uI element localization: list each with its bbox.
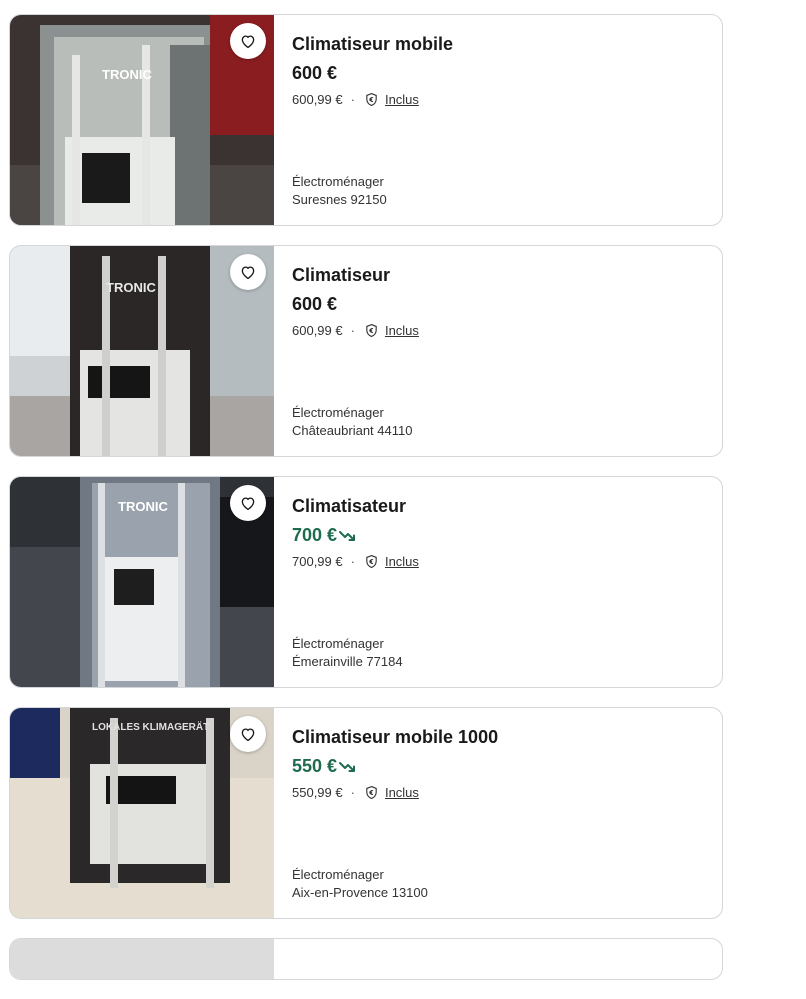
buyer-protection-link[interactable]: Inclus: [385, 323, 419, 338]
total-price: 600,99 €: [292, 92, 343, 107]
price-with-protection: 600,99 € · Inclus: [292, 323, 419, 338]
favorite-button[interactable]: [230, 485, 266, 521]
heart-outline-icon: [241, 728, 255, 742]
separator-dot: ·: [350, 785, 355, 800]
listing-category: Électroménager: [292, 174, 384, 189]
svg-text:TRONIC: TRONIC: [118, 499, 168, 514]
favorite-button[interactable]: [230, 716, 266, 752]
listing-price: 550 €: [292, 756, 357, 777]
listing-title[interactable]: Climatiseur mobile 1000: [292, 727, 498, 748]
listing-category: Électroménager: [292, 636, 384, 651]
listing-details: Climatiseur mobile 600 € 600,99 € · Incl…: [274, 15, 722, 225]
listing-card[interactable]: TRONIC Climatiseur 600 € 600,99 € · Incl…: [9, 245, 723, 457]
listing-details: [274, 939, 722, 979]
shield-euro-icon: [366, 554, 377, 569]
separator-dot: ·: [350, 92, 355, 107]
price-with-protection: 700,99 € · Inclus: [292, 554, 419, 569]
listing-card[interactable]: TRONIC Climatiseur mobile 600 € 600,99 €…: [9, 14, 723, 226]
listing-card[interactable]: LOKALES KLIMAGERÄT Climatiseur mobile 10…: [9, 707, 723, 919]
favorite-button[interactable]: [230, 23, 266, 59]
price-value: 600 €: [292, 294, 338, 314]
listing-card[interactable]: TRONIC Climatisateur 700 € 700,99 € · In…: [9, 476, 723, 688]
listing-photo[interactable]: TRONIC: [10, 246, 274, 456]
listing-category: Électroménager: [292, 405, 384, 420]
total-price: 700,99 €: [292, 554, 343, 569]
listing-list: TRONIC Climatiseur mobile 600 € 600,99 €…: [9, 14, 723, 999]
heart-outline-icon: [241, 35, 255, 49]
trending-down-icon: [339, 761, 356, 772]
listing-card[interactable]: [9, 938, 723, 980]
shield-euro-icon: [366, 323, 377, 338]
listing-price: 600 €: [292, 63, 337, 84]
listing-title[interactable]: Climatisateur: [292, 496, 406, 517]
listing-title[interactable]: Climatiseur: [292, 265, 390, 286]
svg-text:TRONIC: TRONIC: [102, 67, 152, 82]
listing-photo[interactable]: TRONIC: [10, 15, 274, 225]
listing-details: Climatisateur 700 € 700,99 € · Inclus Él…: [274, 477, 722, 687]
trending-down-icon: [339, 530, 356, 541]
listing-location: Aix-en-Provence 13100: [292, 885, 428, 900]
buyer-protection-link[interactable]: Inclus: [385, 785, 419, 800]
svg-text:TRONIC: TRONIC: [106, 280, 156, 295]
price-value: 600 €: [292, 63, 338, 83]
total-price: 600,99 €: [292, 323, 343, 338]
listing-category: Électroménager: [292, 867, 384, 882]
listing-photo[interactable]: TRONIC: [10, 477, 274, 687]
listing-photo[interactable]: LOKALES KLIMAGERÄT: [10, 708, 274, 918]
buyer-protection-link[interactable]: Inclus: [385, 554, 419, 569]
price-value: 700 €: [292, 525, 338, 545]
listing-details: Climatiseur 600 € 600,99 € · Inclus Élec…: [274, 246, 722, 456]
listing-price: 600 €: [292, 294, 337, 315]
shield-euro-icon: [366, 92, 377, 107]
price-with-protection: 600,99 € · Inclus: [292, 92, 419, 107]
listing-location: Émerainville 77184: [292, 654, 403, 669]
listing-price: 700 €: [292, 525, 357, 546]
shield-euro-icon: [366, 785, 377, 800]
heart-outline-icon: [241, 266, 255, 280]
favorite-button[interactable]: [230, 254, 266, 290]
listing-details: Climatiseur mobile 1000 550 € 550,99 € ·…: [274, 708, 722, 918]
price-with-protection: 550,99 € · Inclus: [292, 785, 419, 800]
separator-dot: ·: [350, 323, 355, 338]
listing-title[interactable]: Climatiseur mobile: [292, 34, 453, 55]
listing-photo[interactable]: [10, 939, 274, 979]
buyer-protection-link[interactable]: Inclus: [385, 92, 419, 107]
listing-location: Suresnes 92150: [292, 192, 387, 207]
listing-location: Châteaubriant 44110: [292, 423, 413, 438]
separator-dot: ·: [350, 554, 355, 569]
product-photo-image: [10, 939, 274, 979]
heart-outline-icon: [241, 497, 255, 511]
price-value: 550 €: [292, 756, 338, 776]
svg-text:LOKALES KLIMAGERÄT: LOKALES KLIMAGERÄT: [92, 720, 209, 733]
total-price: 550,99 €: [292, 785, 343, 800]
